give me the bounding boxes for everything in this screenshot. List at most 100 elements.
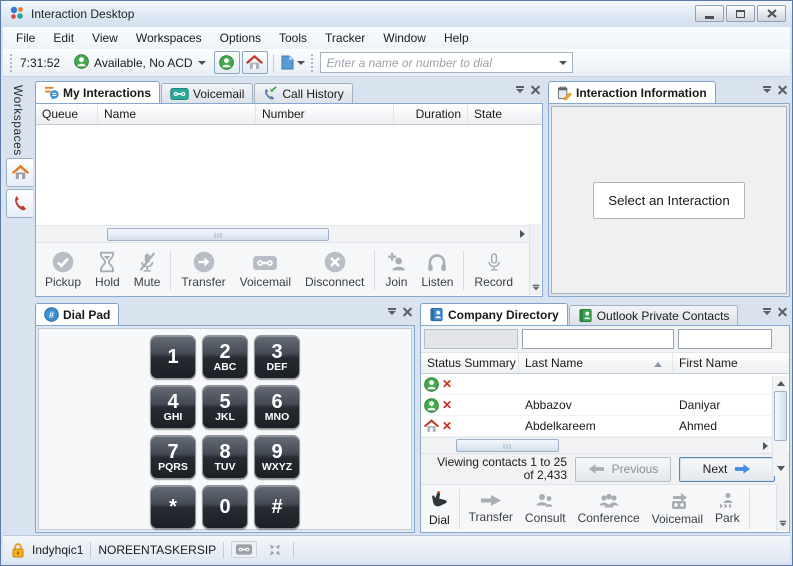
park-button[interactable]: Park: [709, 487, 746, 531]
key-1[interactable]: 1: [150, 335, 196, 379]
interactions-table-body[interactable]: [36, 125, 542, 225]
directory-vscrollbar[interactable]: [772, 376, 788, 476]
column-duration[interactable]: Duration: [394, 104, 468, 124]
tab-my-interactions[interactable]: My Interactions: [35, 81, 160, 103]
menu-edit[interactable]: Edit: [44, 28, 83, 48]
key-2[interactable]: 2ABC: [202, 335, 248, 379]
tab-interaction-information[interactable]: Interaction Information: [548, 81, 716, 103]
disconnect-button[interactable]: Disconnect: [298, 246, 371, 294]
sidebar-tab-phone[interactable]: [6, 189, 33, 218]
next-button[interactable]: Next: [679, 457, 775, 482]
key-0[interactable]: 0: [202, 485, 248, 529]
scroll-right-icon[interactable]: [514, 227, 530, 242]
join-button[interactable]: Join: [378, 246, 414, 294]
key-8[interactable]: 8TUV: [202, 435, 248, 479]
toolbar-grip[interactable]: [8, 54, 13, 72]
panel-close-icon[interactable]: [778, 85, 787, 94]
menu-tracker[interactable]: Tracker: [316, 28, 374, 48]
key-7[interactable]: 7PQRS: [150, 435, 196, 479]
dial-dropdown-caret[interactable]: [559, 61, 567, 65]
menu-workspaces[interactable]: Workspaces: [127, 28, 211, 48]
dock-windows-button[interactable]: [264, 540, 286, 560]
consult-button[interactable]: Consult: [519, 487, 572, 531]
column-status-summary[interactable]: Status Summary: [421, 353, 519, 373]
column-number[interactable]: Number: [256, 104, 394, 124]
column-state[interactable]: State: [468, 104, 542, 124]
panel-menu-icon[interactable]: [388, 308, 396, 315]
directory-hscrollbar[interactable]: [421, 437, 773, 453]
voicemail-contact-button[interactable]: Voicemail: [646, 487, 709, 531]
contact-row[interactable]: ✕ Abbazov Daniyar: [421, 395, 773, 416]
contact-row[interactable]: ✕: [421, 374, 773, 395]
contact-row[interactable]: ✕ Abdelkareem Ahmed: [421, 416, 773, 437]
conference-button[interactable]: Conference: [572, 487, 646, 531]
dial-input[interactable]: [321, 54, 559, 71]
scroll-left-icon[interactable]: [36, 227, 52, 242]
hold-button[interactable]: Hold: [88, 246, 127, 294]
column-last-name[interactable]: Last Name: [519, 353, 673, 373]
panel-close-icon[interactable]: [403, 307, 412, 316]
voicemail-status-button[interactable]: [231, 541, 257, 558]
panel-close-icon[interactable]: [531, 85, 540, 94]
first-name-filter-input[interactable]: [678, 329, 772, 349]
key-pound[interactable]: #: [254, 485, 300, 529]
dial-button[interactable]: Dial: [423, 487, 456, 531]
column-queue[interactable]: Queue: [36, 104, 98, 124]
menu-help[interactable]: Help: [435, 28, 478, 48]
home-view-button[interactable]: [242, 51, 268, 74]
column-name[interactable]: Name: [98, 104, 256, 124]
transfer-button[interactable]: Transfer: [174, 246, 232, 294]
logged-out-icon: ✕: [442, 378, 452, 390]
record-button[interactable]: Record: [467, 246, 520, 294]
interactions-hscrollbar[interactable]: [36, 225, 530, 242]
key-star[interactable]: *: [150, 485, 196, 529]
select-interaction-button[interactable]: Select an Interaction: [593, 182, 745, 219]
close-button[interactable]: [757, 5, 786, 22]
key-6[interactable]: 6MNO: [254, 385, 300, 429]
scroll-left-icon[interactable]: [421, 438, 437, 453]
tab-company-directory[interactable]: Company Directory: [420, 303, 568, 325]
toolbar-overflow[interactable]: [776, 484, 788, 531]
key-4[interactable]: 4GHI: [150, 385, 196, 429]
tab-voicemail[interactable]: Voicemail: [161, 83, 253, 103]
menu-tools[interactable]: Tools: [270, 28, 316, 48]
menu-file[interactable]: File: [7, 28, 44, 48]
toolbar-overflow[interactable]: [529, 224, 541, 295]
my-status-button[interactable]: [214, 51, 240, 74]
title-bar[interactable]: Interaction Desktop: [1, 1, 792, 27]
column-first-name[interactable]: First Name: [673, 353, 773, 373]
listen-button[interactable]: Listen: [414, 246, 460, 294]
sidebar-tab-home[interactable]: [6, 158, 33, 187]
panel-menu-icon[interactable]: [763, 308, 771, 315]
scroll-up-icon[interactable]: [773, 376, 788, 391]
pickup-button[interactable]: Pickup: [38, 246, 88, 294]
key-5[interactable]: 5JKL: [202, 385, 248, 429]
panel-close-icon[interactable]: [778, 307, 787, 316]
scrollbar-thumb[interactable]: [774, 391, 787, 441]
menu-window[interactable]: Window: [374, 28, 435, 48]
menu-view[interactable]: View: [83, 28, 127, 48]
panel-menu-icon[interactable]: [763, 86, 771, 93]
scroll-right-icon[interactable]: [757, 438, 773, 453]
tab-dial-pad[interactable]: # Dial Pad: [35, 303, 119, 325]
tab-outlook-private-contacts[interactable]: Outlook Private Contacts: [569, 305, 739, 325]
transfer-contact-button[interactable]: Transfer: [463, 487, 519, 531]
scroll-down-icon[interactable]: [773, 461, 788, 476]
call-toolbar: Pickup Hold Mute Transfer: [36, 242, 530, 296]
scrollbar-thumb[interactable]: [456, 439, 558, 452]
menu-options[interactable]: Options: [211, 28, 270, 48]
last-name-filter-input[interactable]: [522, 329, 674, 349]
key-3[interactable]: 3DEF: [254, 335, 300, 379]
voicemail-button[interactable]: Voicemail: [233, 246, 298, 294]
maximize-button[interactable]: [726, 5, 755, 22]
minimize-button[interactable]: [695, 5, 724, 22]
status-dropdown[interactable]: Available, No ACD: [68, 52, 212, 74]
toolbar-grip[interactable]: [310, 54, 315, 72]
tab-call-history[interactable]: Call History: [254, 83, 352, 103]
key-9[interactable]: 9WXYZ: [254, 435, 300, 479]
previous-button[interactable]: Previous: [575, 457, 671, 482]
new-interaction-button[interactable]: [279, 51, 307, 74]
panel-menu-icon[interactable]: [516, 86, 524, 93]
mute-button[interactable]: Mute: [127, 246, 168, 294]
scrollbar-thumb[interactable]: [107, 228, 329, 241]
